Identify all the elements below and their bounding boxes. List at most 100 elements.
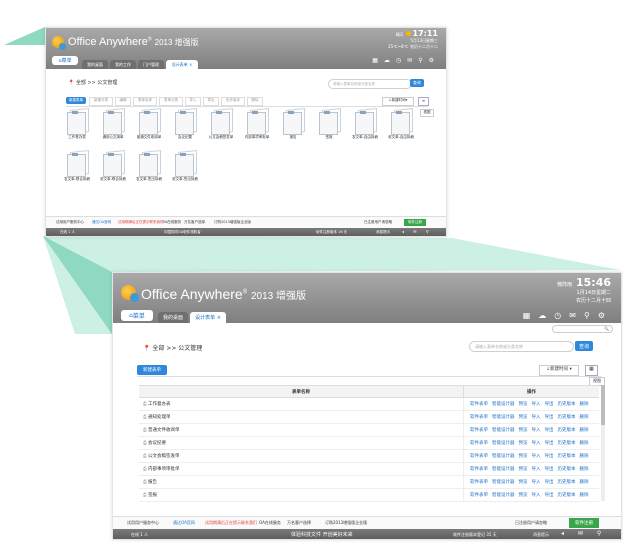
small-new-category-button[interactable]: 新建分类 — [89, 97, 113, 106]
footer-link[interactable]: 试用用户服务中心 — [56, 220, 84, 225]
row-action-link[interactable]: 智能设计器 — [492, 402, 515, 407]
row-action-link[interactable]: 软件表单 — [470, 428, 488, 433]
mail-icon[interactable]: ✉ — [407, 57, 418, 64]
row-action-link[interactable]: 智能设计器 — [492, 493, 515, 498]
row-action-link[interactable]: 导出 — [545, 480, 554, 485]
gear-icon[interactable]: ⚙ — [429, 57, 440, 64]
row-action-link[interactable]: 软件表单 — [470, 467, 488, 472]
breadcrumb-root[interactable]: 全部 — [152, 345, 164, 352]
row-action-link[interactable]: 导入 — [532, 493, 541, 498]
table-row[interactable]: ⎙ 普通文件收阅单 软件表单 智能设计器 预览 导入 导出 历史版本 删除 — [139, 423, 599, 437]
small-create-time-button[interactable]: ↓新建时间▾ — [382, 97, 414, 106]
row-action-link[interactable]: 导入 — [532, 441, 541, 446]
row-action-link[interactable]: 历史版本 — [558, 428, 576, 433]
form-name[interactable]: 报告 — [148, 480, 157, 485]
clock-icon[interactable]: ◷ — [396, 57, 407, 64]
clock-icon[interactable]: ◷ — [554, 311, 569, 320]
row-action-link[interactable]: 预览 — [519, 441, 528, 446]
table-row[interactable]: ⎙ 通知处理单 软件表单 智能设计器 预览 导入 导出 历史版本 删除 — [139, 410, 599, 424]
table-row[interactable]: ⎙ 签报 软件表单 智能设计器 预览 导入 导出 历史版本 删除 — [139, 488, 599, 502]
row-action-link[interactable]: 软件表单 — [470, 493, 488, 498]
footer-link[interactable]: 试用用户服务中心 — [127, 520, 159, 526]
doc-item[interactable]: 通用公文清单 — [96, 108, 130, 139]
status-icons[interactable]: ◂ ✉ ⚲ — [402, 229, 433, 234]
apps-icon[interactable]: ▦ — [523, 311, 539, 320]
footer-link[interactable]: OA在线服务 — [259, 520, 281, 526]
row-action-link[interactable]: 历史版本 — [558, 402, 576, 407]
row-action-link[interactable]: 历史版本 — [558, 467, 576, 472]
row-action-link[interactable]: 智能设计器 — [492, 441, 515, 446]
table-row[interactable]: ⎙ 会议纪要 软件表单 智能设计器 预览 导入 导出 历史版本 删除 — [139, 436, 599, 450]
small-search-button[interactable]: 查询 — [410, 79, 424, 87]
row-action-link[interactable]: 智能设计器 — [492, 454, 515, 459]
row-action-link[interactable]: 导入 — [532, 428, 541, 433]
small-register-button[interactable]: 软件注册 — [404, 219, 426, 226]
cloud-icon[interactable]: ☁ — [538, 311, 554, 320]
row-action-link[interactable]: 导出 — [545, 454, 554, 459]
row-action-link[interactable]: 导入 — [532, 454, 541, 459]
row-action-link[interactable]: 智能设计器 — [492, 480, 515, 485]
small-delete-button[interactable]: 删除 — [247, 97, 263, 106]
row-action-link[interactable]: 预览 — [519, 428, 528, 433]
row-action-link[interactable]: 预览 — [519, 402, 528, 407]
table-row[interactable]: ⎙ 内部事项审批单 软件表单 智能设计器 预览 导入 导出 历史版本 删除 — [139, 462, 599, 476]
row-action-link[interactable]: 导出 — [545, 428, 554, 433]
row-action-link[interactable]: 删除 — [580, 441, 589, 446]
status-icons[interactable]: ◂ ✉ ⚲ — [561, 530, 607, 537]
footer-link[interactable]: 万名客户选择 — [184, 220, 205, 225]
doc-item[interactable]: 工作督办表 — [60, 108, 94, 139]
small-view-toggle-button[interactable]: ≡ — [418, 97, 429, 106]
tab-design-form[interactable]: 设计表单 × — [166, 60, 198, 69]
row-action-link[interactable]: 预览 — [519, 493, 528, 498]
doc-item[interactable]: 公文会稿签发单 — [204, 108, 238, 139]
row-action-link[interactable]: 删除 — [580, 428, 589, 433]
small-edit-button[interactable]: 编辑 — [115, 97, 131, 106]
small-import-button[interactable]: 导入 — [185, 97, 201, 106]
footer-link[interactable]: 试用期满后正在提示联系我们 — [118, 220, 164, 225]
form-name[interactable]: 公文会稿签发单 — [148, 454, 180, 459]
mail-icon[interactable]: ✉ — [569, 311, 584, 320]
row-action-link[interactable]: 删除 — [580, 415, 589, 420]
footer-link[interactable]: 万名客户选择 — [287, 520, 311, 526]
row-action-link[interactable]: 删除 — [580, 402, 589, 407]
row-action-link[interactable]: 预览 — [519, 415, 528, 420]
online-count[interactable]: 在线 1 人 — [131, 532, 148, 538]
message-link[interactable]: 消息提示 — [376, 230, 390, 235]
tab-my-work[interactable]: 我的工作 — [110, 60, 136, 69]
form-name[interactable]: 通知处理单 — [148, 415, 171, 420]
footer-link[interactable]: OA在线服务 — [162, 220, 181, 225]
row-action-link[interactable]: 智能设计器 — [492, 467, 515, 472]
online-count[interactable]: 在线 1 人 — [60, 230, 75, 235]
tab-my-desktop[interactable]: 我的桌面 — [82, 60, 108, 69]
form-name[interactable]: 会议纪要 — [148, 441, 166, 446]
footer-link[interactable]: 订购2013增强版企业版 — [325, 520, 367, 526]
doc-item[interactable]: 收文单-自由拟稿 — [384, 108, 418, 139]
row-action-link[interactable]: 删除 — [580, 480, 589, 485]
row-action-link[interactable]: 导出 — [545, 467, 554, 472]
large-create-time-button[interactable]: ↓新建时间 ▾ — [539, 365, 579, 376]
breadcrumb-root[interactable]: 全部 — [76, 80, 86, 86]
apps-icon[interactable]: ▦ — [372, 57, 384, 64]
doc-item[interactable]: 发文单-联合拟稿 — [60, 150, 94, 181]
row-action-link[interactable]: 导出 — [545, 493, 554, 498]
doc-item[interactable]: 报告 — [276, 108, 310, 139]
large-search-input[interactable]: 请输入表单名称或分类名称 — [469, 341, 574, 352]
row-action-link[interactable]: 智能设计器 — [492, 428, 515, 433]
row-action-link[interactable]: 软件表单 — [470, 441, 488, 446]
large-search-button[interactable]: 查询 — [575, 341, 593, 351]
footer-link[interactable]: 通达OA官网 — [92, 220, 111, 225]
small-form-name-button[interactable]: 表单名称 — [133, 97, 157, 106]
row-action-link[interactable]: 智能设计器 — [492, 415, 515, 420]
row-action-link[interactable]: 预览 — [519, 454, 528, 459]
doc-item[interactable]: 发文单-自由拟稿 — [348, 108, 382, 139]
cloud-icon[interactable]: ☁ — [384, 57, 396, 64]
row-action-link[interactable]: 导出 — [545, 415, 554, 420]
doc-item[interactable]: 收文单-签出拟稿 — [168, 150, 202, 181]
small-new-form-button[interactable]: 新建表单 — [66, 97, 86, 104]
footer-link[interactable]: 通达OA官网 — [173, 520, 195, 526]
table-row[interactable]: ⎙ 公文会稿签发单 软件表单 智能设计器 预览 导入 导出 历史版本 删除 — [139, 449, 599, 463]
doc-item[interactable]: 普通文件收阅单 — [132, 108, 166, 139]
row-action-link[interactable]: 导入 — [532, 415, 541, 420]
large-new-form-button[interactable]: 新建表单 — [137, 365, 167, 375]
row-action-link[interactable]: 导出 — [545, 441, 554, 446]
